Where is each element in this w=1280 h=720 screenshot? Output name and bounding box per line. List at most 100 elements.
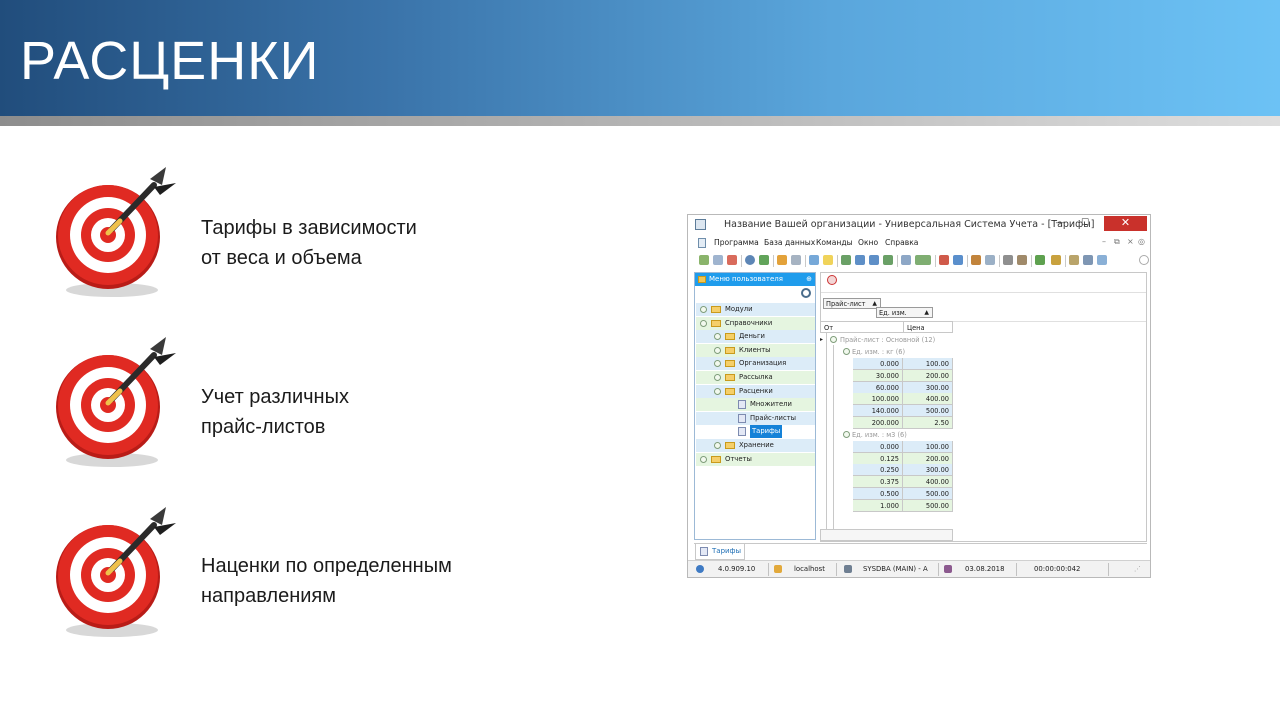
cell-price: 300.00 [903,381,953,394]
tree-item[interactable]: Хранение [696,439,815,452]
expand-icon[interactable] [700,306,707,313]
document-icon [738,413,746,423]
tree-item[interactable]: Рассылка [696,371,815,384]
settings-icon[interactable] [1017,255,1027,265]
menu-item-program[interactable]: Программа [714,238,759,247]
resize-grip-icon[interactable]: ⋰ [1134,565,1141,573]
dartboard-target-icon [50,335,190,475]
tree-item[interactable]: Справочники [696,316,815,330]
open-window-icon[interactable] [939,255,949,265]
move-first-icon[interactable] [841,255,851,265]
user-icon [844,565,852,573]
tree-item-label: Множители [750,400,792,409]
attach-icon[interactable] [985,255,995,265]
menu-item-commands[interactable]: Команды [816,238,853,247]
status-bar: 4.0.909.10 localhost SYSDBA (MAIN) - A 0… [688,560,1150,577]
tree-item[interactable]: Клиенты [696,343,815,357]
toolbar-options-icon[interactable] [1139,255,1149,265]
mdi-close-button[interactable]: × [1127,237,1134,246]
collapse-icon[interactable] [714,387,721,395]
print-preview-icon[interactable] [901,255,911,265]
import-icon[interactable] [809,255,819,265]
tree-item[interactable]: Модули [696,303,815,316]
tab-tariffs[interactable]: Тарифы [695,544,745,560]
move-last-icon[interactable] [883,255,893,265]
tree-item[interactable]: Множители [696,398,815,412]
tree-item[interactable]: Тарифы [696,425,815,439]
status-separator [836,563,837,576]
expand-icon[interactable] [714,333,721,341]
tree-item-label: Расценки [739,386,773,395]
folder-icon [725,387,735,395]
group-chip-pricelist[interactable]: Прайс-лист ▲ [823,298,881,309]
cell-price: 500.00 [903,499,953,512]
group-icon[interactable] [791,255,801,265]
tree-item[interactable]: Деньги [696,330,815,344]
tree-item[interactable]: Организация [696,357,815,371]
refresh-icon[interactable] [759,255,769,265]
collapse-icon[interactable] [830,336,837,343]
pin-icon[interactable]: ⊕ [806,273,812,286]
close-tab-icon[interactable] [827,275,837,285]
bullet-line: направлениям [201,585,336,607]
expand-icon[interactable] [714,346,721,354]
status-separator [1108,563,1109,576]
document-icon [700,547,708,556]
close-button[interactable]: ✕ [1104,216,1147,231]
dartboard-target-icon [50,505,190,645]
cell-from: 30.000 [853,369,903,382]
collapse-icon[interactable] [700,319,707,327]
user-menu-header: Меню пользователя ⊕ [695,273,815,286]
note-icon[interactable] [823,255,833,265]
menu-item-window[interactable]: Окно [858,238,878,247]
expand-icon[interactable] [714,442,721,449]
search-icon[interactable] [801,288,811,298]
print-icon[interactable] [1083,255,1093,265]
folder-icon [725,346,735,354]
status-separator [768,563,769,576]
tree-item[interactable]: Прайс-листы [696,411,815,425]
move-down-icon[interactable] [855,255,865,265]
delete-icon[interactable] [727,255,737,265]
link-icon[interactable] [953,255,963,265]
minimize-button[interactable]: — [1050,216,1070,231]
expand-icon[interactable] [714,360,721,368]
menu-item-help[interactable]: Справка [885,238,918,247]
search-icon[interactable] [745,255,755,265]
slide-title: РАСЦЕНКИ [20,31,320,91]
users-icon[interactable] [1051,255,1061,265]
group-row-unit: Ед. изм. : м3 (6) [852,430,907,439]
collapse-icon[interactable] [843,430,850,438]
expand-icon[interactable] [714,374,721,381]
move-up-icon[interactable] [869,255,879,265]
group-indent [827,345,834,529]
group-chip-unit[interactable]: Ед. изм. ▲ [876,307,933,318]
collapse-icon[interactable] [843,348,850,355]
filter-icon[interactable] [777,255,787,265]
calendar-icon[interactable] [1069,255,1079,265]
tree-item-label: Модули [725,305,753,313]
options-circle-icon[interactable]: ◎ [1138,237,1145,246]
copy-icon[interactable] [713,255,723,265]
mdi-minimize-button[interactable]: – [1102,237,1106,246]
mail-icon[interactable] [1097,255,1107,265]
cell-price: 400.00 [903,476,953,489]
tariffs-grid: От Цена ▸ Прайс-лист : Основной (12) Ед. изм… [819,321,953,541]
new-record-icon[interactable] [699,255,709,265]
maximize-button[interactable]: ☐ [1074,216,1096,231]
menu-item-database[interactable]: База данных [764,238,815,247]
cell-from: 60.000 [853,381,903,394]
mdi-restore-button[interactable]: ⧉ [1114,237,1120,247]
excel-icon[interactable] [1035,255,1045,265]
toolbar-separator [1031,255,1032,267]
book-icon[interactable] [971,255,981,265]
row-indicator [820,333,827,529]
expand-icon[interactable] [700,455,707,463]
tools-icon[interactable] [1003,255,1013,265]
folder-icon [711,319,721,327]
tree-item[interactable]: Отчеты [696,452,815,466]
bullet-line: от веса и объема [201,247,362,269]
export-dropdown-icon[interactable] [915,255,931,265]
tree-item[interactable]: Расценки [696,384,815,398]
header-divider [0,116,1280,126]
